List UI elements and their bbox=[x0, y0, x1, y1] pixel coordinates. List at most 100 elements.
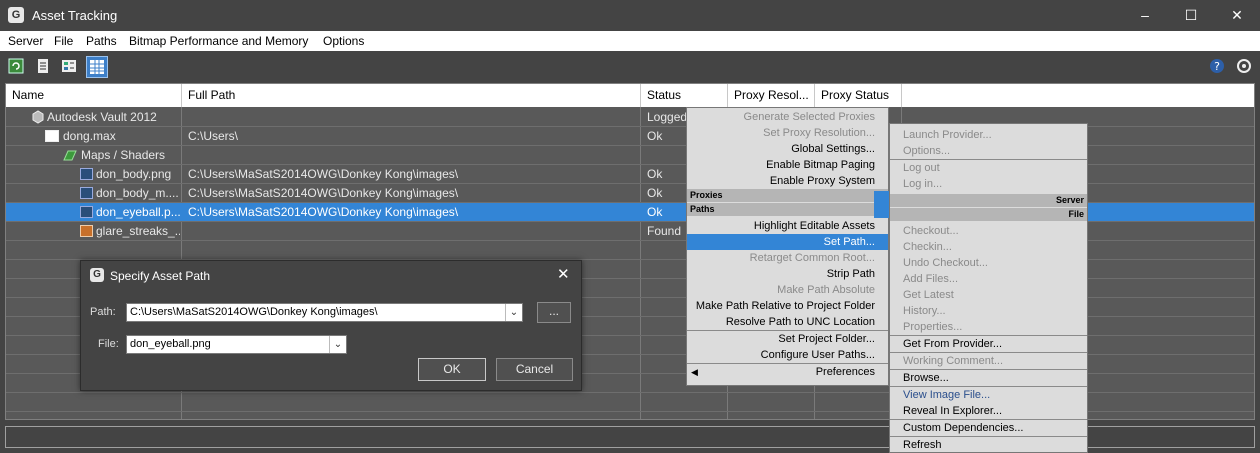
image-file-icon bbox=[80, 225, 93, 237]
menu-item-global-settings[interactable]: Global Settings... bbox=[687, 141, 888, 157]
menu-item-undo-checkout[interactable]: Undo Checkout... bbox=[890, 255, 1087, 271]
submenu-arrow-icon: ◀ bbox=[691, 367, 698, 377]
dialog-close-icon[interactable]: ✕ bbox=[557, 265, 570, 283]
cell-name: Maps / Shaders bbox=[81, 148, 166, 162]
table-view-button[interactable] bbox=[86, 56, 108, 78]
ok-button[interactable]: OK bbox=[418, 358, 486, 381]
toolbar bbox=[0, 51, 1260, 83]
dialog-title: Specify Asset Path bbox=[110, 269, 211, 283]
list-view-icon[interactable] bbox=[34, 57, 52, 75]
menu-item-configure-user-paths[interactable]: Configure User Paths... bbox=[687, 347, 888, 363]
menu-item-enable-proxy-system[interactable]: Enable Proxy System bbox=[687, 173, 888, 189]
menu-options[interactable]: Options bbox=[323, 34, 364, 48]
menu-item-enable-bitmap-paging[interactable]: Enable Bitmap Paging bbox=[687, 157, 888, 173]
menu-item-resolve-unc[interactable]: Resolve Path to UNC Location bbox=[687, 314, 888, 330]
section-proxies: Proxies bbox=[687, 189, 888, 202]
menu-item-custom-dependencies[interactable]: Custom Dependencies... bbox=[890, 420, 1087, 436]
image-file-icon bbox=[80, 187, 93, 199]
chevron-down-icon[interactable]: ⌄ bbox=[329, 336, 346, 353]
menu-item-get-from-provider[interactable]: Get From Provider... bbox=[890, 336, 1087, 352]
file-combobox[interactable]: don_eyeball.png ⌄ bbox=[126, 335, 347, 354]
menu-file[interactable]: File bbox=[54, 34, 73, 48]
settings-icon[interactable] bbox=[1235, 57, 1253, 75]
menu-item-working-comment[interactable]: Working Comment... bbox=[890, 353, 1087, 369]
menu-item-set-project-folder[interactable]: Set Project Folder... bbox=[687, 331, 888, 347]
browse-button[interactable]: ... bbox=[537, 302, 571, 323]
path-label: Path: bbox=[90, 306, 116, 318]
image-file-icon bbox=[80, 206, 93, 218]
svg-text:?: ? bbox=[1214, 60, 1220, 73]
menu-item-log-out[interactable]: Log out bbox=[890, 160, 1087, 176]
cancel-button[interactable]: Cancel bbox=[496, 358, 573, 381]
menu-item-checkout[interactable]: Checkout... bbox=[890, 223, 1087, 239]
app-icon: G bbox=[8, 7, 24, 23]
menu-item-generate-proxies[interactable]: Generate Selected Proxies bbox=[687, 109, 888, 125]
image-file-icon bbox=[80, 168, 93, 180]
help-icon[interactable]: ? bbox=[1208, 57, 1226, 75]
menu-item-checkin[interactable]: Checkin... bbox=[890, 239, 1087, 255]
menu-item-log-in[interactable]: Log in... bbox=[890, 176, 1087, 192]
menu-item-highlight-editable[interactable]: Highlight Editable Assets bbox=[687, 218, 888, 234]
menu-item-strip-path[interactable]: Strip Path bbox=[687, 266, 888, 282]
cell-path: C:\Users\ bbox=[188, 129, 239, 143]
detail-view-icon[interactable] bbox=[60, 57, 78, 75]
menu-item-view-image-file[interactable]: View Image File... bbox=[890, 387, 1087, 403]
column-proxy-status[interactable]: Proxy Status bbox=[815, 84, 902, 107]
section-paths: Paths bbox=[687, 203, 888, 216]
column-name[interactable]: Name bbox=[6, 84, 182, 107]
path-value: C:\Users\MaSatS2014OWG\Donkey Kong\image… bbox=[130, 306, 378, 318]
chevron-down-icon[interactable]: ⌄ bbox=[505, 304, 522, 321]
menu-item-reveal-in-explorer[interactable]: Reveal In Explorer... bbox=[890, 403, 1087, 419]
menu-item-add-files[interactable]: Add Files... bbox=[890, 271, 1087, 287]
column-full-path[interactable]: Full Path bbox=[182, 84, 641, 107]
minimize-button[interactable]: – bbox=[1122, 0, 1168, 31]
menu-paths[interactable]: Paths bbox=[86, 34, 117, 48]
maximize-button[interactable]: ☐ bbox=[1168, 0, 1214, 31]
maps-shaders-icon bbox=[63, 150, 77, 161]
cell-name: don_body_m.... bbox=[96, 186, 179, 200]
close-button[interactable]: ✕ bbox=[1214, 0, 1260, 31]
cell-name: Autodesk Vault 2012 bbox=[47, 110, 157, 124]
menu-item-browse[interactable]: Browse... bbox=[890, 370, 1087, 386]
menu-item-history[interactable]: History... bbox=[890, 303, 1087, 319]
menu-item-set-path[interactable]: Set Path... bbox=[687, 234, 888, 250]
file-value: don_eyeball.png bbox=[130, 338, 211, 350]
title-bar bbox=[0, 0, 1260, 31]
cell-name: don_body.png bbox=[96, 167, 172, 181]
menu-item-options[interactable]: Options... bbox=[890, 143, 1087, 159]
grid-header: Name Full Path Status Proxy Resol... Pro… bbox=[6, 84, 1254, 107]
context-menu-right: Launch Provider... Options... Log out Lo… bbox=[889, 123, 1088, 453]
section-server: Server bbox=[890, 194, 1087, 207]
menu-item-make-absolute[interactable]: Make Path Absolute bbox=[687, 282, 888, 298]
menu-bitmap-performance[interactable]: Bitmap Performance and Memory bbox=[129, 34, 308, 48]
section-file: File bbox=[890, 208, 1087, 221]
window-title: Asset Tracking bbox=[32, 8, 118, 23]
cell-path: C:\Users\MaSatS2014OWG\Donkey Kong\image… bbox=[188, 167, 459, 181]
menu-item-preferences[interactable]: ◀ Preferences bbox=[687, 364, 888, 380]
path-combobox[interactable]: C:\Users\MaSatS2014OWG\Donkey Kong\image… bbox=[126, 303, 523, 322]
column-status[interactable]: Status bbox=[641, 84, 728, 107]
menu-item-retarget-root[interactable]: Retarget Common Root... bbox=[687, 250, 888, 266]
preferences-label: Preferences bbox=[815, 366, 875, 378]
context-menu-left: Generate Selected Proxies Set Proxy Reso… bbox=[686, 107, 889, 386]
dialog-app-icon: G bbox=[90, 268, 104, 282]
menu-item-set-proxy-resolution[interactable]: Set Proxy Resolution... bbox=[687, 125, 888, 141]
cell-name: dong.max bbox=[63, 129, 116, 143]
menu-item-launch-provider[interactable]: Launch Provider... bbox=[890, 127, 1087, 143]
cell-path: C:\Users\MaSatS2014OWG\Donkey Kong\image… bbox=[188, 186, 459, 200]
menu-item-get-latest[interactable]: Get Latest bbox=[890, 287, 1087, 303]
table-view-icon bbox=[90, 60, 104, 74]
cell-path: C:\Users\MaSatS2014OWG\Donkey Kong\image… bbox=[188, 205, 459, 219]
menu-item-properties[interactable]: Properties... bbox=[890, 319, 1087, 335]
menu-item-make-relative[interactable]: Make Path Relative to Project Folder bbox=[687, 298, 888, 314]
max-file-icon bbox=[45, 130, 59, 142]
refresh-icon[interactable] bbox=[7, 57, 25, 75]
menu-item-refresh[interactable]: Refresh bbox=[890, 437, 1087, 453]
file-label: File: bbox=[98, 338, 119, 350]
cell-name: glare_streaks_... bbox=[96, 224, 180, 238]
menu-server[interactable]: Server bbox=[8, 34, 43, 48]
specify-asset-path-dialog: G Specify Asset Path ✕ Path: C:\Users\Ma… bbox=[80, 260, 582, 391]
vault-icon bbox=[32, 110, 44, 124]
column-proxy-resolution[interactable]: Proxy Resol... bbox=[728, 84, 815, 107]
cell-name: don_eyeball.p... bbox=[96, 205, 180, 219]
